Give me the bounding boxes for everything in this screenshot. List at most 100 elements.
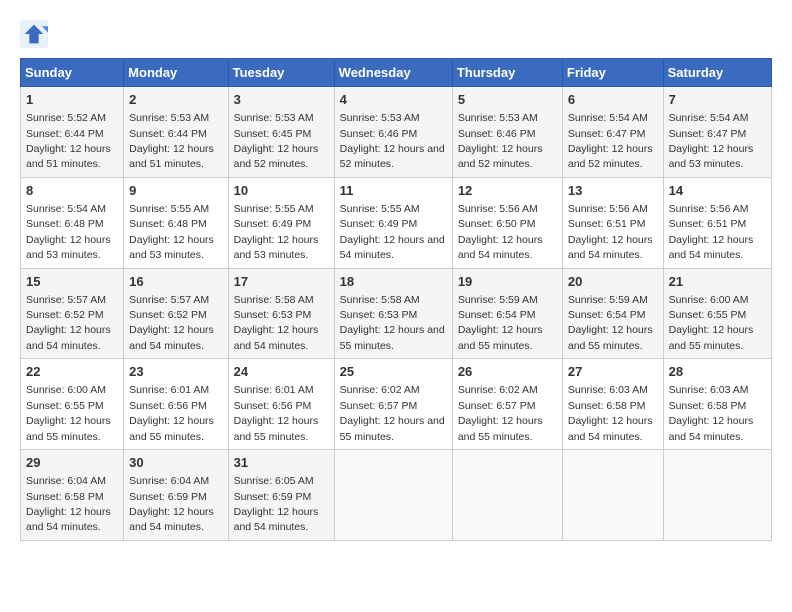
day-number: 21: [669, 273, 766, 291]
header-cell-friday: Friday: [562, 59, 663, 87]
calendar-table: SundayMondayTuesdayWednesdayThursdayFrid…: [20, 58, 772, 541]
day-number: 3: [234, 91, 329, 109]
day-info: Sunrise: 5:55 AMSunset: 6:49 PMDaylight:…: [340, 203, 445, 261]
day-info: Sunrise: 5:52 AMSunset: 6:44 PMDaylight:…: [26, 112, 111, 170]
day-number: 7: [669, 91, 766, 109]
logo: [20, 20, 52, 48]
day-number: 17: [234, 273, 329, 291]
day-info: Sunrise: 5:56 AMSunset: 6:51 PMDaylight:…: [568, 203, 653, 261]
day-cell: 30 Sunrise: 6:04 AMSunset: 6:59 PMDayligh…: [124, 450, 228, 541]
day-number: 12: [458, 182, 557, 200]
header-cell-thursday: Thursday: [452, 59, 562, 87]
day-info: Sunrise: 6:00 AMSunset: 6:55 PMDaylight:…: [669, 294, 754, 352]
day-cell: 18 Sunrise: 5:58 AMSunset: 6:53 PMDayligh…: [334, 268, 452, 359]
day-cell: 7 Sunrise: 5:54 AMSunset: 6:47 PMDaylight…: [663, 87, 771, 178]
day-cell: [452, 450, 562, 541]
day-number: 27: [568, 363, 658, 381]
day-cell: [562, 450, 663, 541]
day-cell: 28Sunrise: 6:03 AMSunset: 6:58 PMDayligh…: [663, 359, 771, 450]
day-info: Sunrise: 6:02 AMSunset: 6:57 PMDaylight:…: [340, 384, 445, 442]
day-info: Sunrise: 5:58 AMSunset: 6:53 PMDaylight:…: [234, 294, 319, 352]
day-cell: 23 Sunrise: 6:01 AMSunset: 6:56 PMDayligh…: [124, 359, 228, 450]
day-cell: 2 Sunrise: 5:53 AMSunset: 6:44 PMDaylight…: [124, 87, 228, 178]
day-cell: 24 Sunrise: 6:01 AMSunset: 6:56 PMDayligh…: [228, 359, 334, 450]
day-info: Sunrise: 5:57 AMSunset: 6:52 PMDaylight:…: [26, 294, 111, 352]
day-info: Sunrise: 6:02 AMSunset: 6:57 PMDaylight:…: [458, 384, 543, 442]
day-info: Sunrise: 5:59 AMSunset: 6:54 PMDaylight:…: [568, 294, 653, 352]
header-cell-tuesday: Tuesday: [228, 59, 334, 87]
day-number: 30: [129, 454, 222, 472]
day-number: 5: [458, 91, 557, 109]
day-cell: 31Sunrise: 6:05 AMSunset: 6:59 PMDayligh…: [228, 450, 334, 541]
day-number: 2: [129, 91, 222, 109]
day-number: 6: [568, 91, 658, 109]
day-cell: 10Sunrise: 5:55 AMSunset: 6:49 PMDayligh…: [228, 177, 334, 268]
day-number: 15: [26, 273, 118, 291]
day-info: Sunrise: 5:54 AMSunset: 6:47 PMDaylight:…: [669, 112, 754, 170]
day-number: 1: [26, 91, 118, 109]
day-number: 24: [234, 363, 329, 381]
day-cell: 12 Sunrise: 5:56 AMSunset: 6:50 PMDayligh…: [452, 177, 562, 268]
day-cell: 21 Sunrise: 6:00 AMSunset: 6:55 PMDayligh…: [663, 268, 771, 359]
day-cell: 6 Sunrise: 5:54 AMSunset: 6:47 PMDaylight…: [562, 87, 663, 178]
week-row-3: 15 Sunrise: 5:57 AMSunset: 6:52 PMDayligh…: [21, 268, 772, 359]
logo-icon: [20, 20, 48, 48]
day-info: Sunrise: 6:01 AMSunset: 6:56 PMDaylight:…: [234, 384, 319, 442]
day-cell: 11 Sunrise: 5:55 AMSunset: 6:49 PMDayligh…: [334, 177, 452, 268]
day-info: Sunrise: 5:59 AMSunset: 6:54 PMDaylight:…: [458, 294, 543, 352]
day-cell: 17 Sunrise: 5:58 AMSunset: 6:53 PMDayligh…: [228, 268, 334, 359]
week-row-2: 8 Sunrise: 5:54 AMSunset: 6:48 PMDaylight…: [21, 177, 772, 268]
day-cell: 25 Sunrise: 6:02 AMSunset: 6:57 PMDayligh…: [334, 359, 452, 450]
day-info: Sunrise: 5:56 AMSunset: 6:50 PMDaylight:…: [458, 203, 543, 261]
day-info: Sunrise: 5:53 AMSunset: 6:44 PMDaylight:…: [129, 112, 214, 170]
day-number: 22: [26, 363, 118, 381]
day-cell: [663, 450, 771, 541]
day-info: Sunrise: 5:55 AMSunset: 6:48 PMDaylight:…: [129, 203, 214, 261]
day-cell: 29Sunrise: 6:04 AMSunset: 6:58 PMDayligh…: [21, 450, 124, 541]
day-number: 14: [669, 182, 766, 200]
day-number: 29: [26, 454, 118, 472]
day-info: Sunrise: 5:53 AMSunset: 6:46 PMDaylight:…: [340, 112, 445, 170]
day-info: Sunrise: 5:53 AMSunset: 6:46 PMDaylight:…: [458, 112, 543, 170]
day-cell: 26 Sunrise: 6:02 AMSunset: 6:57 PMDayligh…: [452, 359, 562, 450]
header-cell-wednesday: Wednesday: [334, 59, 452, 87]
day-cell: 16 Sunrise: 5:57 AMSunset: 6:52 PMDayligh…: [124, 268, 228, 359]
day-number: 23: [129, 363, 222, 381]
day-cell: 20 Sunrise: 5:59 AMSunset: 6:54 PMDayligh…: [562, 268, 663, 359]
day-info: Sunrise: 6:03 AMSunset: 6:58 PMDaylight:…: [669, 384, 754, 442]
day-number: 13: [568, 182, 658, 200]
day-cell: [334, 450, 452, 541]
day-number: 16: [129, 273, 222, 291]
day-number: 26: [458, 363, 557, 381]
day-info: Sunrise: 5:54 AMSunset: 6:47 PMDaylight:…: [568, 112, 653, 170]
day-cell: 9Sunrise: 5:55 AMSunset: 6:48 PMDaylight…: [124, 177, 228, 268]
day-info: Sunrise: 6:00 AMSunset: 6:55 PMDaylight:…: [26, 384, 111, 442]
day-info: Sunrise: 5:57 AMSunset: 6:52 PMDaylight:…: [129, 294, 214, 352]
header-cell-saturday: Saturday: [663, 59, 771, 87]
week-row-1: 1 Sunrise: 5:52 AMSunset: 6:44 PMDaylight…: [21, 87, 772, 178]
day-info: Sunrise: 5:58 AMSunset: 6:53 PMDaylight:…: [340, 294, 445, 352]
header-cell-monday: Monday: [124, 59, 228, 87]
day-cell: 14Sunrise: 5:56 AMSunset: 6:51 PMDayligh…: [663, 177, 771, 268]
day-number: 8: [26, 182, 118, 200]
day-number: 25: [340, 363, 447, 381]
day-info: Sunrise: 6:04 AMSunset: 6:59 PMDaylight:…: [129, 475, 214, 533]
header-cell-sunday: Sunday: [21, 59, 124, 87]
day-number: 18: [340, 273, 447, 291]
day-cell: 3 Sunrise: 5:53 AMSunset: 6:45 PMDaylight…: [228, 87, 334, 178]
day-number: 20: [568, 273, 658, 291]
day-cell: 1 Sunrise: 5:52 AMSunset: 6:44 PMDaylight…: [21, 87, 124, 178]
day-cell: 27 Sunrise: 6:03 AMSunset: 6:58 PMDayligh…: [562, 359, 663, 450]
day-cell: 8 Sunrise: 5:54 AMSunset: 6:48 PMDaylight…: [21, 177, 124, 268]
day-cell: 15 Sunrise: 5:57 AMSunset: 6:52 PMDayligh…: [21, 268, 124, 359]
day-info: Sunrise: 5:54 AMSunset: 6:48 PMDaylight:…: [26, 203, 111, 261]
day-info: Sunrise: 6:05 AMSunset: 6:59 PMDaylight:…: [234, 475, 319, 533]
day-info: Sunrise: 5:53 AMSunset: 6:45 PMDaylight:…: [234, 112, 319, 170]
day-cell: 13 Sunrise: 5:56 AMSunset: 6:51 PMDayligh…: [562, 177, 663, 268]
day-info: Sunrise: 6:01 AMSunset: 6:56 PMDaylight:…: [129, 384, 214, 442]
day-info: Sunrise: 6:03 AMSunset: 6:58 PMDaylight:…: [568, 384, 653, 442]
day-info: Sunrise: 5:55 AMSunset: 6:49 PMDaylight:…: [234, 203, 319, 261]
day-cell: 4Sunrise: 5:53 AMSunset: 6:46 PMDaylight…: [334, 87, 452, 178]
day-number: 11: [340, 182, 447, 200]
day-number: 19: [458, 273, 557, 291]
